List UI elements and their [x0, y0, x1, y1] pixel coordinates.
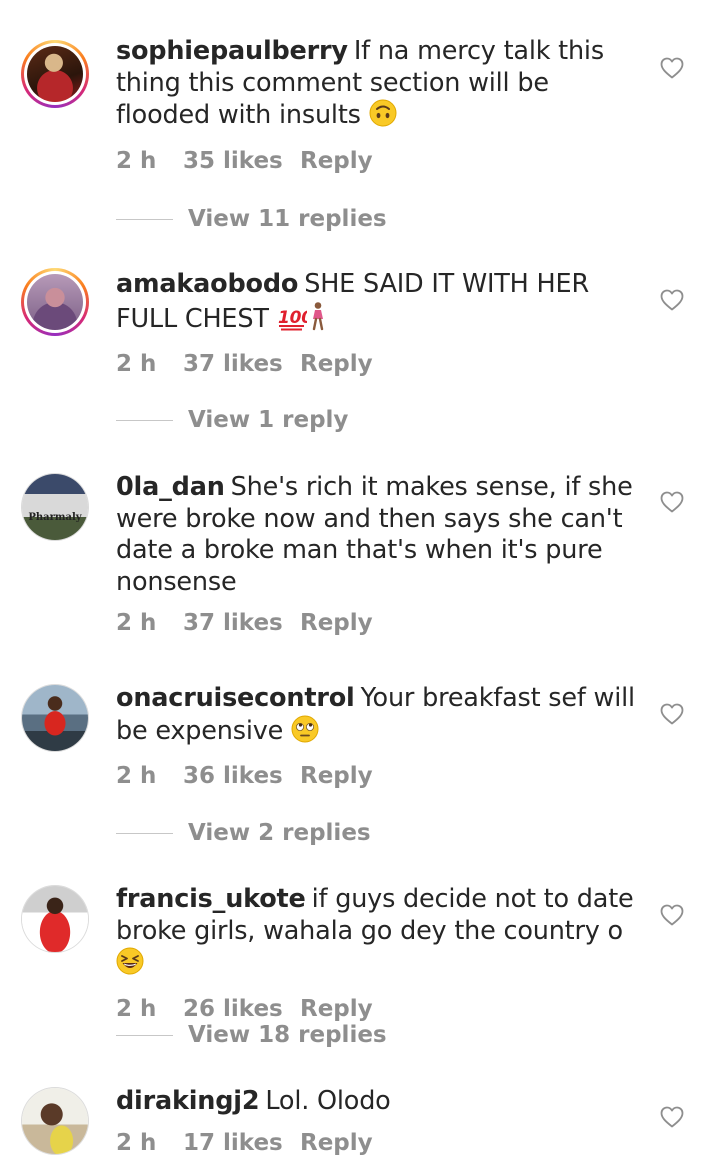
comment-text: francis_ukote if guys decide not to date … [116, 884, 646, 984]
avatar-ring[interactable] [21, 885, 89, 953]
comment-time: 2 h [116, 147, 157, 174]
heart-outline-icon[interactable] [660, 57, 684, 79]
comment-time: 2 h [116, 995, 157, 1022]
view-replies-label: View 11 replies [188, 206, 387, 232]
rolling-eyes-face-emoji-icon [291, 715, 319, 752]
comment-time: 2 h [116, 763, 157, 789]
comment-time: 2 h [116, 610, 157, 636]
heart-outline-icon[interactable] [660, 1106, 684, 1128]
avatar-story-ring[interactable] [21, 268, 89, 336]
hundred-points-emoji-icon: 100 [277, 303, 313, 340]
view-replies-divider [116, 420, 173, 421]
comment-username[interactable]: dirakingj2 [116, 1086, 260, 1116]
avatar [22, 886, 88, 952]
comment-meta: 2 h 37 likes Reply [116, 608, 646, 638]
avatar [27, 46, 83, 102]
reply-button[interactable]: Reply [300, 349, 373, 379]
woman-walking-emoji-icon [307, 301, 329, 340]
comment-body: Lol. Olodo [265, 1086, 391, 1116]
heart-outline-icon[interactable] [660, 904, 684, 926]
avatar [22, 685, 88, 751]
comment-likes[interactable]: 26 likes [183, 994, 300, 1024]
comment-time: 2 h [116, 351, 157, 377]
avatar [22, 1088, 88, 1154]
comment-likes[interactable]: 36 likes [183, 761, 300, 791]
view-replies-button[interactable]: View 1 reply [116, 405, 348, 435]
view-replies-label: View 2 replies [188, 820, 371, 846]
heart-outline-icon[interactable] [660, 289, 684, 311]
upside-down-face-emoji-icon [369, 99, 397, 136]
reply-button[interactable]: Reply [300, 1128, 373, 1158]
view-replies-divider [116, 1035, 173, 1036]
avatar-ring[interactable] [21, 684, 89, 752]
reply-button[interactable]: Reply [300, 608, 373, 638]
comment-likes[interactable]: 35 likes [183, 146, 300, 176]
avatar-story-ring[interactable] [21, 40, 89, 108]
comment-meta: 2 h 37 likes Reply [116, 349, 646, 379]
avatar-ring[interactable]: Pharmaly [21, 473, 89, 541]
view-replies-button[interactable]: View 2 replies [116, 818, 371, 848]
comment-text: amakaobodo SHE SAID IT WITH HER FULL CHES… [116, 269, 646, 339]
comment-meta: 2 h 35 likes Reply [116, 146, 646, 176]
comment-time: 2 h [116, 1129, 157, 1156]
comment-likes[interactable]: 37 likes [183, 608, 300, 638]
avatar: Pharmaly [22, 474, 88, 540]
comment-text: onacruisecontrol Your breakfast sef will … [116, 683, 646, 751]
avatar-logo-text: Pharmaly [28, 512, 82, 523]
reply-button[interactable]: Reply [300, 146, 373, 176]
comment-username[interactable]: francis_ukote [116, 884, 306, 914]
reply-button[interactable]: Reply [300, 761, 373, 791]
comment-meta: 2 h 17 likes Reply [116, 1128, 646, 1158]
comment-username[interactable]: onacruisecontrol [116, 683, 355, 713]
comment-likes[interactable]: 17 likes [183, 1128, 300, 1158]
comment-text: 0la_dan She's rich it makes sense, if she… [116, 472, 646, 598]
reply-button[interactable]: Reply [300, 994, 373, 1024]
comment-meta: 2 h 36 likes Reply [116, 761, 646, 791]
comment-meta: 2 h 26 likes Reply [116, 994, 646, 1024]
grinning-squinting-face-emoji-icon [116, 947, 144, 984]
avatar [27, 274, 83, 330]
view-replies-divider [116, 219, 173, 220]
comment-username[interactable]: amakaobodo [116, 269, 298, 299]
heart-outline-icon[interactable] [660, 491, 684, 513]
view-replies-button[interactable]: View 11 replies [116, 204, 387, 234]
view-replies-divider [116, 833, 173, 834]
heart-outline-icon[interactable] [660, 703, 684, 725]
view-replies-label: View 18 replies [188, 1022, 387, 1048]
view-replies-label: View 1 reply [188, 407, 349, 433]
comment-likes[interactable]: 37 likes [183, 349, 300, 379]
comment-text: sophiepaulberry If na mercy talk this thi… [116, 36, 646, 136]
view-replies-button[interactable]: View 18 replies [116, 1020, 387, 1050]
comment-text: dirakingj2 Lol. Olodo [116, 1086, 646, 1118]
comment-username[interactable]: sophiepaulberry [116, 36, 348, 66]
comment-username[interactable]: 0la_dan [116, 472, 225, 502]
avatar-ring[interactable] [21, 1087, 89, 1155]
